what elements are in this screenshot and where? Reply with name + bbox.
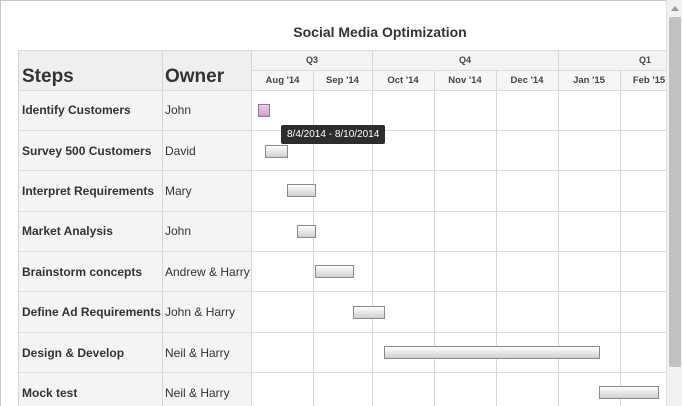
row-line <box>18 332 666 333</box>
task-owner: John & Harry <box>165 305 236 319</box>
task-bar-selected[interactable] <box>258 104 270 117</box>
task-step: Brainstorm concepts <box>22 265 143 279</box>
month-label: Aug '14 <box>265 75 300 86</box>
task-step: Design & Develop <box>22 346 125 360</box>
chart-title: Social Media Optimization <box>293 24 467 40</box>
task-owner: Mary <box>165 184 192 198</box>
triangle-up-icon[interactable] <box>667 0 682 16</box>
row-line <box>18 291 666 292</box>
row-line <box>18 90 666 91</box>
task-step: Interpret Requirements <box>22 184 155 198</box>
row-line <box>252 70 666 71</box>
month-label: Dec '14 <box>510 75 544 86</box>
divider <box>372 50 373 406</box>
task-bar[interactable] <box>384 346 600 359</box>
divider <box>18 50 19 406</box>
task-step: Survey 500 Customers <box>22 144 152 158</box>
owner-header: Owner <box>165 66 225 87</box>
divider <box>162 50 163 406</box>
row-line <box>18 170 666 171</box>
vertical-scrollbar[interactable] <box>666 0 682 406</box>
task-bar[interactable] <box>297 225 316 238</box>
task-bar[interactable] <box>287 184 316 197</box>
divider <box>313 70 314 406</box>
task-bar[interactable] <box>599 386 659 399</box>
row-line <box>18 211 666 212</box>
task-owner: Neil & Harry <box>165 386 230 400</box>
task-step: Identify Customers <box>22 103 131 117</box>
month-label: Nov '14 <box>448 75 482 86</box>
month-label: Oct '14 <box>387 75 419 86</box>
task-step: Mock test <box>22 386 78 400</box>
quarter-label: Q4 <box>458 55 471 65</box>
task-owner: Andrew & Harry <box>165 265 250 279</box>
row-line <box>18 372 666 373</box>
task-owner: John <box>165 224 192 238</box>
task-bar[interactable] <box>265 145 288 158</box>
divider <box>620 70 621 406</box>
date-tooltip: 8/4/2014 - 8/10/2014 <box>281 125 386 144</box>
row-line <box>18 251 666 252</box>
task-bar[interactable] <box>315 265 354 278</box>
row-line <box>18 50 666 51</box>
task-owner: Neil & Harry <box>165 346 230 360</box>
task-bar[interactable] <box>353 306 385 319</box>
quarter-label: Q3 <box>305 55 318 65</box>
scrollbar-thumb[interactable] <box>669 17 681 367</box>
task-step: Market Analysis <box>22 224 113 238</box>
task-step: Define Ad Requirements <box>22 305 161 319</box>
task-owner: David <box>165 144 196 158</box>
task-owner: John <box>165 103 192 117</box>
divider <box>251 50 252 406</box>
month-label: Sep '14 <box>326 75 359 86</box>
steps-header: Steps <box>22 66 74 87</box>
month-label: Jan '15 <box>573 75 605 86</box>
